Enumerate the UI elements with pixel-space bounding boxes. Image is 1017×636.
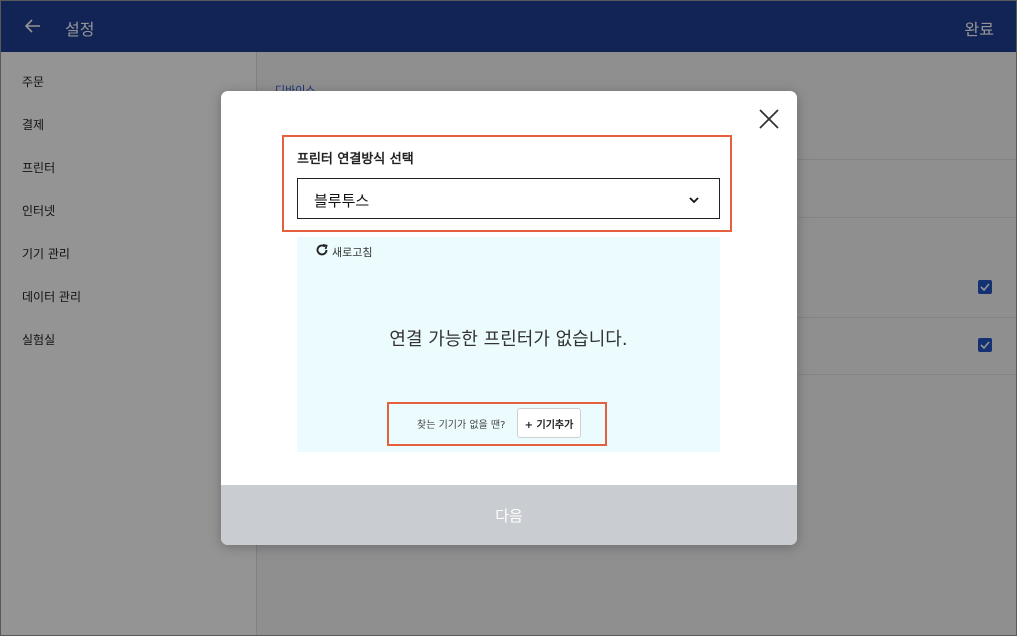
- connection-method-select[interactable]: 블루투스: [297, 178, 720, 219]
- refresh-label: 새로고침: [332, 245, 373, 259]
- selected-value: 블루투스: [314, 192, 370, 210]
- add-device-hint: 찾는 기기가 없을 땐?: [417, 420, 506, 431]
- next-button[interactable]: 다음: [221, 485, 797, 545]
- close-icon[interactable]: [757, 107, 781, 131]
- chevron-down-icon: [687, 192, 701, 206]
- device-list: 새로고침 연결 가능한 프린터가 없습니다. 찾는 기기가 없을 땐? + 기기…: [297, 237, 720, 452]
- connection-method-label: 프린터 연결방식 선택: [297, 152, 414, 167]
- printer-connection-dialog: 프린터 연결방식 선택 블루투스 새로고침 연결 가능한 프린터가 없습니다. …: [221, 91, 797, 545]
- empty-message: 연결 가능한 프린터가 없습니다.: [389, 329, 628, 350]
- add-device-button[interactable]: + 기기추가: [517, 408, 581, 438]
- refresh-icon: [315, 242, 329, 261]
- refresh-button[interactable]: 새로고침: [315, 242, 372, 261]
